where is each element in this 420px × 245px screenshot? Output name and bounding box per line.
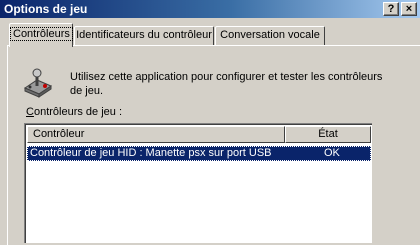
tab-voice-chat[interactable]: Conversation vocale <box>215 26 325 45</box>
window-title: Options de jeu <box>4 2 88 16</box>
controllers-list-label: Contrôleurs de jeu : <box>26 106 122 118</box>
title-bar[interactable]: Options de jeu ? × <box>0 0 420 18</box>
list-item[interactable]: Contrôleur de jeu HID : Manette psx sur … <box>27 146 371 161</box>
controller-state: OK <box>324 147 340 159</box>
tab-voice-chat-label: Conversation vocale <box>220 29 320 41</box>
list-header: Contrôleur État <box>27 126 371 143</box>
controllers-list[interactable]: Contrôleur État Contrôleur de jeu HID : … <box>24 123 372 243</box>
tab-controller-ids[interactable]: Identificateurs du contrôleur <box>74 26 214 45</box>
column-header-state[interactable]: État <box>285 126 371 143</box>
tab-controllers[interactable]: Contrôleurs <box>9 23 73 47</box>
tab-controllers-label: Contrôleurs <box>10 27 73 41</box>
panel-description: Utilisez cette application pour configur… <box>70 71 383 97</box>
joystick-icon <box>23 68 53 98</box>
list-label-accelerator: C <box>26 106 34 118</box>
tab-controller-ids-label: Identificateurs du contrôleur <box>76 29 212 41</box>
list-label-text: ontrôleurs de jeu : <box>33 106 123 118</box>
column-header-controller[interactable]: Contrôleur <box>27 126 285 143</box>
help-button[interactable]: ? <box>383 2 399 16</box>
close-button[interactable]: × <box>401 2 417 16</box>
controller-name: Contrôleur de jeu HID : Manette psx sur … <box>30 147 272 159</box>
